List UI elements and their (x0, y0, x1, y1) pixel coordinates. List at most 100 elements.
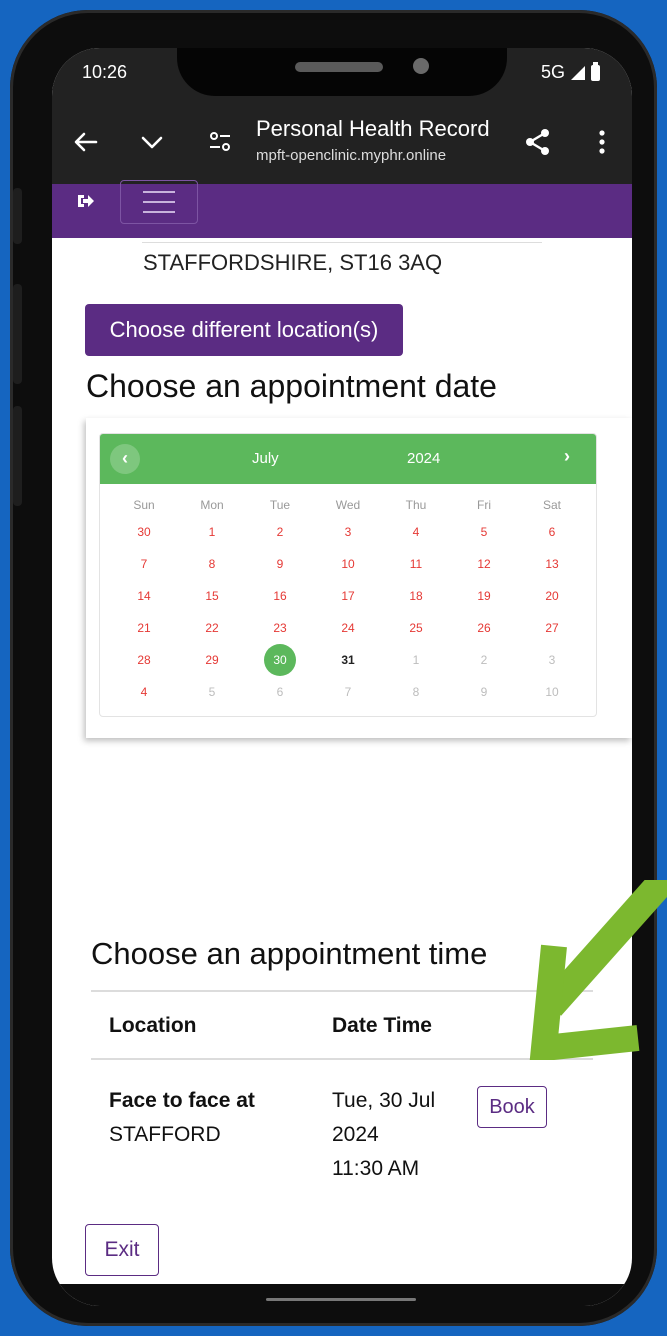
calendar-day[interactable]: 19 (450, 589, 518, 603)
calendar-day: 6 (276, 685, 284, 699)
calendar-day: 1 (412, 653, 420, 667)
calendar-day[interactable]: 8 (178, 557, 246, 571)
phone-side-button (13, 188, 22, 244)
calendar-day[interactable]: 1 (178, 525, 246, 539)
calendar-day: 10 (545, 685, 559, 699)
calendar-day: 9 (480, 685, 488, 699)
status-time: 10:26 (82, 62, 128, 82)
calendar-day[interactable]: 29 (178, 653, 246, 667)
calendar-day[interactable]: 16 (246, 589, 314, 603)
weekday-label: Sun (133, 498, 155, 512)
calendar-day[interactable]: 13 (518, 557, 586, 571)
calendar-day[interactable]: 9 (246, 557, 314, 571)
page-url[interactable]: mpft-openclinic.myphr.online (256, 147, 446, 164)
calendar-day[interactable]: 26 (450, 621, 518, 635)
table-divider (91, 990, 593, 992)
date-heading: Choose an appointment date (86, 368, 497, 404)
appointment-date: Tue, 30 Jul (332, 1089, 436, 1112)
table-divider (91, 1058, 593, 1060)
location-address: STAFFORDSHIRE, ST16 3AQ (143, 250, 443, 275)
prev-month-button[interactable]: ‹ (110, 444, 140, 474)
calendar-week-row: 30 1 2 3 4 5 6 (110, 516, 586, 548)
more-vert-icon[interactable] (586, 126, 618, 158)
calendar-day: 2 (480, 653, 488, 667)
phone-volume-down (13, 406, 22, 506)
calendar-week-row: 14 15 16 17 18 19 20 (110, 580, 586, 612)
status-bar: 10:26 5G (52, 48, 632, 100)
calendar-week-row: 4 5 6 7 8 9 10 (110, 676, 586, 708)
calendar-day: 5 (208, 685, 216, 699)
location-title: Face to face at (109, 1089, 255, 1112)
calendar-day[interactable]: 6 (518, 525, 586, 539)
calendar: ‹ July 2024 › Sun Mon Tue Wed Thu Fri Sa… (99, 433, 597, 717)
calendar-day[interactable]: 4 (110, 685, 178, 699)
calendar-day[interactable]: 7 (110, 557, 178, 571)
signal-icon (571, 65, 585, 80)
calendar-day[interactable]: 18 (382, 589, 450, 603)
calendar-day[interactable]: 24 (314, 621, 382, 635)
calendar-day[interactable]: 31 (314, 653, 382, 667)
calendar-grid: Sun Mon Tue Wed Thu Fri Sat 30 1 2 3 4 5 6 7 8 9 1… (110, 494, 586, 708)
exit-button[interactable]: Exit (85, 1224, 159, 1276)
hamburger-menu-icon[interactable] (120, 180, 198, 224)
next-month-button[interactable]: › (564, 446, 570, 467)
appointment-time: 11:30 AM (332, 1157, 420, 1180)
time-heading: Choose an appointment time (91, 936, 488, 971)
weekday-label: Thu (405, 498, 427, 512)
calendar-day[interactable]: 12 (450, 557, 518, 571)
calendar-day[interactable]: 5 (450, 525, 518, 539)
annotation-arrow-icon (529, 880, 667, 1060)
weekday-row: Sun Mon Tue Wed Thu Fri Sat (110, 494, 586, 516)
browser-toolbar: Personal Health Record mpft-openclinic.m… (52, 100, 632, 184)
calendar-day[interactable]: 14 (110, 589, 178, 603)
calendar-day[interactable]: 11 (382, 557, 450, 571)
battery-icon (591, 61, 600, 81)
weekday-label: Mon (200, 498, 224, 512)
calendar-day: 7 (344, 685, 352, 699)
calendar-day[interactable]: 3 (314, 525, 382, 539)
share-icon[interactable] (522, 126, 554, 158)
home-indicator[interactable] (266, 1298, 416, 1301)
calendar-day[interactable]: 4 (382, 525, 450, 539)
calendar-day[interactable]: 22 (178, 621, 246, 635)
calendar-day-selected[interactable]: 30 (246, 644, 314, 676)
column-header-date-time: Date Time (332, 1014, 432, 1037)
sign-out-icon[interactable] (74, 190, 96, 212)
calendar-day[interactable]: 27 (518, 621, 586, 635)
chevron-down-icon[interactable] (136, 126, 168, 158)
network-type: 5G (540, 62, 565, 82)
weekday-label: Sat (542, 498, 561, 512)
appointment-year: 2024 (332, 1123, 379, 1146)
address-top-edge (142, 238, 542, 243)
phone-volume-up (13, 284, 22, 384)
tune-icon[interactable] (204, 126, 236, 158)
calendar-year[interactable]: 2024 (407, 450, 440, 467)
calendar-day[interactable]: 17 (314, 589, 382, 603)
book-button[interactable]: Book (477, 1086, 547, 1128)
navigation-bar (52, 1284, 632, 1306)
back-arrow-icon[interactable] (70, 126, 102, 158)
camera-notch (177, 48, 507, 96)
calendar-day[interactable]: 28 (110, 653, 178, 667)
calendar-card: ‹ July 2024 › Sun Mon Tue Wed Thu Fri Sa… (86, 418, 632, 738)
calendar-day[interactable]: 23 (246, 621, 314, 635)
calendar-day[interactable]: 21 (110, 621, 178, 635)
calendar-day[interactable]: 25 (382, 621, 450, 635)
calendar-day: 8 (412, 685, 420, 699)
calendar-day[interactable]: 20 (518, 589, 586, 603)
app-header (52, 180, 632, 238)
choose-location-button[interactable]: Choose different location(s) (85, 304, 403, 356)
column-header-location: Location (109, 1014, 197, 1037)
front-camera (413, 58, 429, 74)
page-title: Personal Health Record (256, 116, 490, 141)
calendar-week-row: 7 8 9 10 11 12 13 (110, 548, 586, 580)
calendar-day[interactable]: 15 (178, 589, 246, 603)
calendar-day[interactable]: 10 (314, 557, 382, 571)
calendar-day[interactable]: 30 (110, 525, 178, 539)
calendar-week-row: 28 29 30 31 1 2 3 (110, 644, 586, 676)
phone-screen: 10:26 5G Personal Health Record mpft-ope… (52, 48, 632, 1306)
calendar-day[interactable]: 2 (246, 525, 314, 539)
weekday-label: Fri (477, 498, 491, 512)
calendar-week-row: 21 22 23 24 25 26 27 (110, 612, 586, 644)
calendar-month[interactable]: July (252, 450, 279, 467)
